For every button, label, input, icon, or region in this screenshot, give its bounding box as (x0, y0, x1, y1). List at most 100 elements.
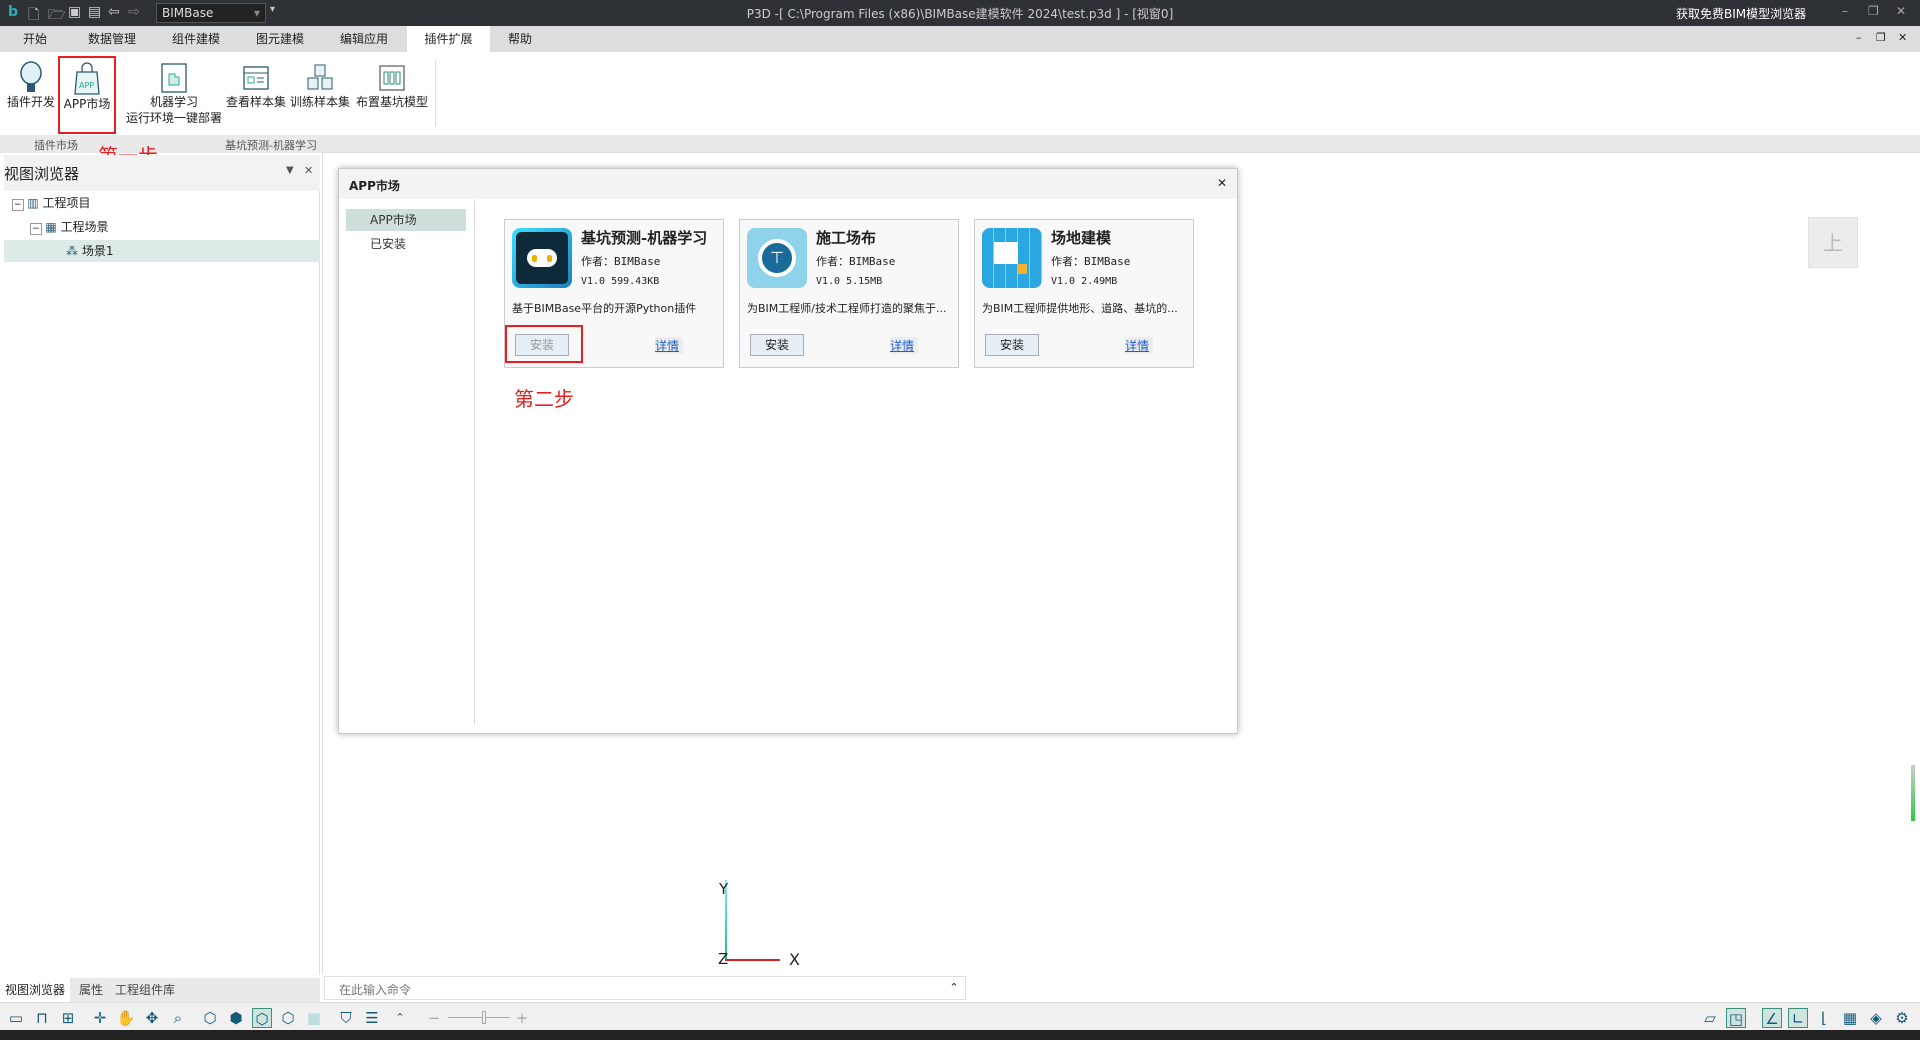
pit-model-icon (379, 65, 405, 91)
zoom-in-icon[interactable]: + (512, 1008, 532, 1028)
tab-element-modeling[interactable]: 图元建模 (244, 26, 316, 52)
tab-start[interactable]: 开始 (8, 26, 62, 52)
viewport-scroll-indicator[interactable] (1911, 765, 1915, 821)
wireframe-cube-icon[interactable]: ⬡ (200, 1008, 220, 1028)
grid-icon[interactable]: ▦ (1840, 1008, 1860, 1028)
env-deploy-label: 运行环境一键部署 (125, 111, 222, 125)
app-market-label: APP市场 (63, 97, 111, 111)
polar-snap-icon[interactable]: ∟ (1788, 1008, 1808, 1028)
tab-plugin-extension[interactable]: 插件扩展 (407, 26, 490, 52)
ribbon-group-labels: 插件市场 基坑预测-机器学习 (0, 135, 1920, 153)
split-view-icon[interactable]: ⊓ (32, 1008, 52, 1028)
scene-icon: ⁂ (66, 244, 78, 258)
nav-app-market[interactable]: APP市场 (346, 209, 466, 231)
plane-snap-icon[interactable]: ⏥ (1700, 1008, 1720, 1028)
rotate-icon[interactable]: ✥ (142, 1008, 162, 1028)
restore-icon[interactable]: ❐ (1868, 4, 1879, 18)
dialog-close-icon[interactable]: ✕ (1217, 176, 1227, 190)
app-version: V1.0 599.43KB (581, 276, 660, 287)
install-button[interactable]: 安装 (515, 334, 569, 356)
group-label-pit-ml: 基坑预测-机器学习 (225, 139, 317, 152)
collapse-icon[interactable]: − (30, 223, 42, 235)
view-samples-button[interactable]: 查看样本集 (226, 60, 286, 110)
command-input[interactable]: 在此输入命令 (324, 976, 966, 1000)
hidden-line-cube-icon[interactable]: ⬢ (226, 1008, 246, 1028)
app-version: V1.0 5.15MB (816, 276, 883, 287)
tree-label: 场景1 (81, 244, 114, 258)
tab-component-modeling[interactable]: 组件建模 (160, 26, 232, 52)
calendar-icon (243, 66, 269, 90)
panel-close-icon[interactable]: ✕ (304, 164, 313, 177)
app-author: 作者：BIMBase (581, 255, 661, 268)
view-samples-label: 查看样本集 (226, 95, 287, 109)
app-author: 作者：BIMBase (816, 255, 896, 268)
minimize-icon[interactable]: – (1842, 4, 1848, 18)
tree-item-scene[interactable]: − ▦ 工程场景 (30, 216, 109, 238)
tree-item-project[interactable]: − ▥ 工程项目 (12, 192, 91, 214)
place-pit-model-button[interactable]: 布置基坑模型 (354, 60, 430, 110)
train-samples-label: 训练样本集 (290, 95, 351, 109)
command-expand-icon[interactable]: ⌃ (942, 976, 966, 1000)
solid-cube-icon[interactable]: ■ (304, 1008, 324, 1028)
tree-item-scene1[interactable]: ⁂ 场景1 (4, 240, 320, 262)
app-card: 场地建模 作者：BIMBase V1.0 2.49MB 为BIM工程师提供地形、… (974, 219, 1194, 368)
building-icon: ▥ (27, 196, 39, 210)
view-browser-panel: 视图浏览器 ▼ ✕ − ▥ 工程项目 − ▦ 工程场景 ⁂ 场景1 (4, 155, 320, 975)
tab-help[interactable]: 帮助 (494, 26, 546, 52)
crane-logo-icon: ⊤ (747, 228, 807, 288)
tab-properties[interactable]: 属性 (74, 978, 108, 1002)
nav-installed[interactable]: 已安装 (346, 233, 466, 255)
layers-icon[interactable]: ☰ (362, 1008, 382, 1028)
app-name: 基坑预测-机器学习 (581, 229, 708, 247)
menu-bar: 开始 数据管理 组件建模 图元建模 编辑应用 插件扩展 帮助 – ❐ ✕ (0, 26, 1920, 52)
ortho-snap-icon[interactable]: ◳ (1726, 1008, 1746, 1028)
tab-view-browser[interactable]: 视图浏览器 (0, 978, 71, 1002)
zoom-slider-thumb[interactable] (482, 1011, 486, 1024)
zoom-icon[interactable]: ⌕ (168, 1008, 188, 1028)
y-axis-label: Y (719, 880, 729, 898)
install-button[interactable]: 安装 (985, 334, 1039, 356)
angle-snap-icon[interactable]: ∠ (1762, 1008, 1782, 1028)
plugin-dev-button[interactable]: 插件开发 (6, 60, 56, 110)
expand-up-icon[interactable]: ⌃ (390, 1008, 410, 1028)
group-label-plugin-market: 插件市场 (34, 139, 78, 152)
tab-component-library[interactable]: 工程组件库 (110, 978, 180, 1002)
train-samples-button[interactable]: 训练样本集 (290, 60, 350, 110)
doc-close-icon[interactable]: ✕ (1898, 31, 1907, 44)
app-market-button[interactable]: APP APP市场 (58, 56, 116, 134)
doc-restore-icon[interactable]: ❐ (1876, 31, 1886, 44)
details-link[interactable]: 详情 (655, 337, 683, 354)
section-icon[interactable]: ⛉ (336, 1008, 356, 1028)
tree-label: 工程项目 (42, 196, 91, 210)
fit-view-icon[interactable]: ✛ (90, 1008, 110, 1028)
settings-gear-icon[interactable]: ⚙ (1892, 1008, 1912, 1028)
shaded-edges-cube-icon[interactable]: ⬡ (278, 1008, 298, 1028)
collapse-icon[interactable]: − (12, 199, 24, 211)
install-button[interactable]: 安装 (750, 334, 804, 356)
x-axis-label: X (789, 950, 800, 969)
close-icon[interactable]: ✕ (1896, 4, 1906, 18)
shaded-cube-icon[interactable]: ⬡ (252, 1008, 272, 1028)
get-viewer-link[interactable]: 获取免费BIM模型浏览器 (1676, 5, 1806, 22)
app-bag-icon: APP (74, 62, 100, 95)
details-link[interactable]: 详情 (890, 337, 918, 354)
robot-logo-icon (512, 228, 572, 288)
tab-data-management[interactable]: 数据管理 (76, 26, 148, 52)
tab-edit-apply[interactable]: 编辑应用 (328, 26, 400, 52)
view-direction-icon[interactable]: ◈ (1866, 1008, 1886, 1028)
details-link[interactable]: 详情 (1125, 337, 1153, 354)
axis-lock-icon[interactable]: ⌊ (1814, 1008, 1834, 1028)
pan-hand-icon[interactable]: ✋ (116, 1008, 136, 1028)
dialog-divider (474, 199, 475, 725)
zoom-out-icon[interactable]: − (424, 1008, 444, 1028)
doc-minimize-icon[interactable]: – (1856, 31, 1862, 44)
ml-label: 机器学习 (149, 95, 198, 109)
ml-env-deploy-button[interactable]: 机器学习运行环境一键部署 (122, 60, 226, 126)
zoom-slider[interactable] (448, 1011, 510, 1024)
view-cube[interactable]: 上 (1808, 217, 1858, 268)
panel-menu-icon[interactable]: ▼ (286, 165, 294, 176)
blocks-icon (307, 64, 333, 90)
panel-header: 视图浏览器 ▼ ✕ (4, 155, 320, 191)
folder-icon[interactable]: ▭ (6, 1008, 26, 1028)
new-window-icon[interactable]: ⊞ (58, 1008, 78, 1028)
